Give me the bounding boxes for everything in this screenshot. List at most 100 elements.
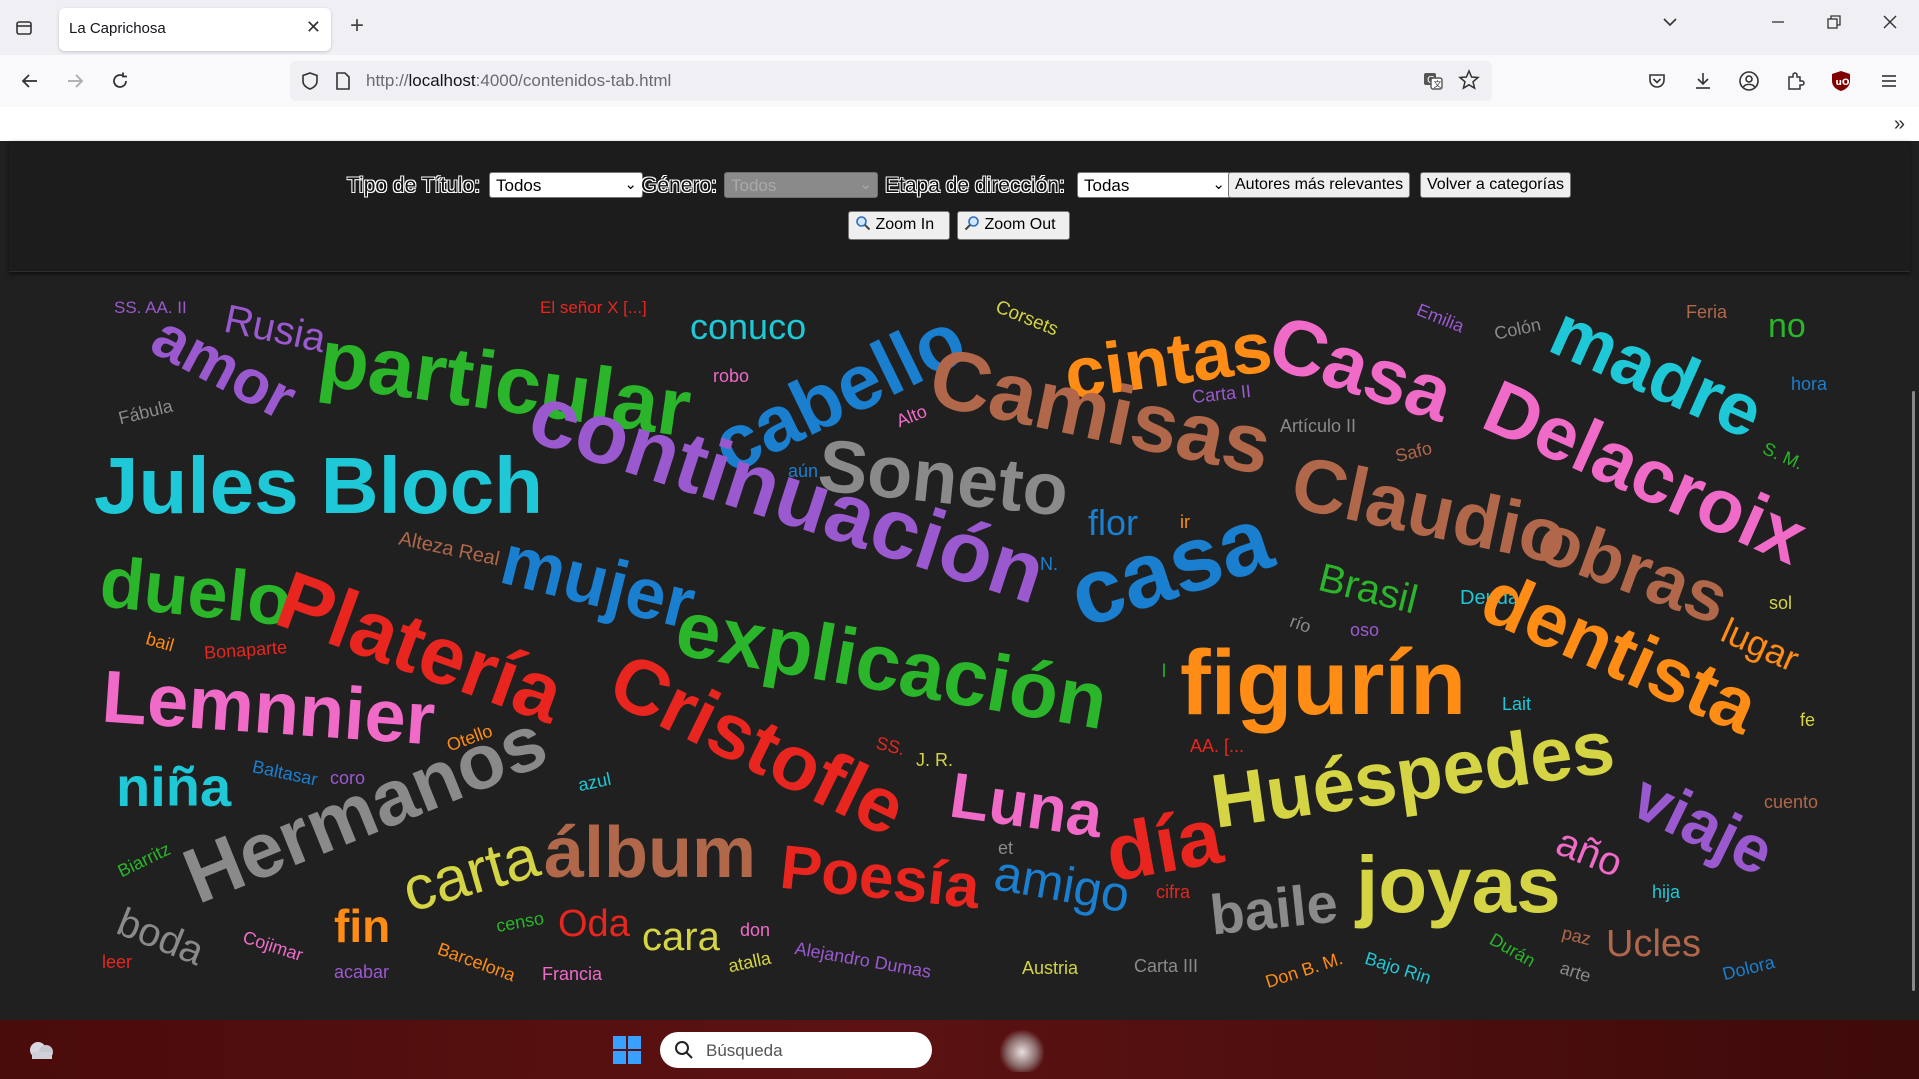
weather-cloud-icon[interactable] <box>26 1036 56 1062</box>
cloud-word[interactable]: N. <box>1040 555 1058 573</box>
cloud-word[interactable]: S. M. <box>1760 438 1807 473</box>
cloud-word[interactable]: J. R. <box>916 751 953 769</box>
cloud-word[interactable]: cifra <box>1156 883 1190 901</box>
cloud-word[interactable]: El señor X [...] <box>540 299 647 316</box>
restore-icon[interactable] <box>1826 14 1842 35</box>
taskbar-search-input[interactable]: Búsqueda <box>660 1032 932 1068</box>
volver-categorias-button[interactable]: Volver a categorías <box>1420 172 1571 198</box>
cloud-word[interactable]: año <box>1550 820 1628 886</box>
cloud-word[interactable]: Biarritz <box>114 839 173 882</box>
cloud-word[interactable]: Corsets <box>992 297 1061 341</box>
cloud-word[interactable]: fe <box>1800 711 1815 729</box>
close-tab-icon[interactable]: ✕ <box>306 17 321 38</box>
cloud-word[interactable]: Brasil <box>1314 556 1422 623</box>
cloud-word[interactable]: fin <box>334 903 390 949</box>
cloud-word[interactable]: álbum <box>544 817 756 889</box>
cloud-word[interactable]: Durán <box>1486 929 1538 971</box>
cloud-word[interactable]: l <box>1162 662 1166 680</box>
cloud-word[interactable]: Alteza Real <box>397 528 502 571</box>
cloud-word[interactable]: Lait <box>1502 695 1531 713</box>
cloud-word[interactable]: Alejandro Dumas <box>793 938 932 982</box>
forward-icon[interactable] <box>61 67 89 95</box>
downloads-icon[interactable] <box>1691 69 1715 93</box>
cloud-word[interactable]: Artículo II <box>1280 417 1356 435</box>
account-icon[interactable] <box>1737 69 1761 93</box>
zoom-out-button[interactable]: Zoom Out <box>957 211 1070 240</box>
cloud-word[interactable]: no <box>1768 309 1806 343</box>
cloud-word[interactable]: Bonaparte <box>203 637 287 663</box>
cloud-word[interactable]: hija <box>1652 883 1680 901</box>
cloud-word[interactable]: robo <box>713 367 749 385</box>
autores-relevantes-button[interactable]: Autores más relevantes <box>1228 172 1411 198</box>
new-tab-icon[interactable]: + <box>350 14 364 38</box>
cloud-word[interactable]: Poesía <box>777 833 983 923</box>
cloud-word[interactable]: don <box>740 921 770 939</box>
cloud-word[interactable]: Austria <box>1022 959 1078 977</box>
tab-overview-icon[interactable] <box>10 14 38 42</box>
cloud-word[interactable]: Fábula <box>116 396 174 429</box>
bookmark-star-icon[interactable] <box>1458 69 1480 96</box>
cloud-word[interactable]: cuento <box>1764 793 1818 811</box>
url-bar[interactable]: http://localhost:4000/contenidos-tab.htm… <box>290 61 1492 101</box>
menu-icon[interactable] <box>1877 69 1901 93</box>
cloud-word[interactable]: Cojimar <box>240 927 305 965</box>
cloud-word[interactable]: joyas <box>1356 845 1561 925</box>
cloud-word[interactable]: censo <box>495 908 546 936</box>
back-icon[interactable] <box>16 67 44 95</box>
cloud-word[interactable]: Lemnnier <box>100 654 438 760</box>
cloud-word[interactable]: Colón <box>1492 314 1542 343</box>
taskbar-app-icon[interactable] <box>1000 1028 1044 1072</box>
cloud-word[interactable]: arte <box>1558 958 1594 987</box>
cloud-word[interactable]: figurín <box>1180 637 1466 729</box>
cloud-word[interactable]: baile <box>1207 871 1341 947</box>
page-scrollbar[interactable] <box>1912 391 1915 991</box>
cloud-word[interactable]: Ucles <box>1606 925 1701 963</box>
cloud-word[interactable]: Bajo Rin <box>1363 948 1434 988</box>
cloud-word[interactable]: sol <box>1769 594 1792 612</box>
cloud-word[interactable]: Francia <box>542 965 602 983</box>
cloud-word[interactable]: leer <box>102 953 132 971</box>
list-all-tabs-icon[interactable] <box>1662 14 1678 35</box>
tracking-protection-icon[interactable] <box>300 71 320 96</box>
cloud-word[interactable]: cara <box>642 917 720 957</box>
cloud-word[interactable]: Jules Bloch <box>94 446 543 526</box>
url-text[interactable]: http://localhost:4000/contenidos-tab.htm… <box>366 71 671 91</box>
page-info-icon[interactable] <box>334 71 352 96</box>
cloud-word[interactable]: Don B. M. <box>1263 948 1345 992</box>
ublock-icon[interactable]: uO <box>1829 69 1853 93</box>
cloud-word[interactable]: duelo <box>96 542 295 642</box>
cloud-word[interactable]: viaje <box>1621 759 1785 890</box>
close-window-icon[interactable] <box>1882 14 1898 35</box>
tipo-titulo-select[interactable]: Todos ⌄ <box>489 172 643 198</box>
cloud-word[interactable]: conuco <box>690 309 806 345</box>
cloud-word[interactable]: Feria <box>1686 303 1727 321</box>
translate-icon[interactable]: G文 <box>1422 70 1444 97</box>
cloud-word[interactable]: acabar <box>334 963 389 981</box>
browser-tab-active[interactable]: La Caprichosa ✕ <box>59 8 331 51</box>
cloud-word[interactable]: Oda <box>558 905 630 943</box>
cloud-word[interactable]: atalla <box>726 948 772 977</box>
cloud-word[interactable]: Carta III <box>1134 957 1198 975</box>
zoom-in-button[interactable]: Zoom In <box>848 211 950 240</box>
extensions-icon[interactable] <box>1783 69 1807 93</box>
filter-bar: Tipo de Título: Todos ⌄ Género: Todos ⌄ … <box>9 141 1910 272</box>
cloud-word[interactable]: Emilia <box>1414 300 1467 337</box>
cloud-word[interactable]: niña <box>116 759 231 815</box>
cloud-word[interactable]: mujer <box>493 519 703 644</box>
reload-icon[interactable] <box>106 67 134 95</box>
cloud-word[interactable]: Luna <box>946 759 1107 852</box>
minimize-icon[interactable] <box>1770 14 1786 35</box>
more-tools-chevron-icon[interactable]: » <box>1894 113 1905 136</box>
cloud-word[interactable]: hora <box>1791 375 1827 393</box>
cloud-word[interactable]: Barcelona <box>435 939 518 986</box>
cloud-word[interactable]: paz <box>1560 923 1593 949</box>
etapa-direccion-select[interactable]: Todas ⌄ <box>1077 172 1231 198</box>
cloud-word[interactable]: aún <box>788 462 818 480</box>
cloud-word[interactable]: bail <box>144 629 176 656</box>
windows-start-icon[interactable] <box>612 1035 642 1065</box>
cloud-word[interactable]: azul <box>576 769 612 795</box>
cloud-word[interactable]: carta <box>395 821 547 925</box>
cloud-word[interactable]: AA. [... <box>1190 737 1244 755</box>
pocket-icon[interactable] <box>1645 69 1669 93</box>
cloud-word[interactable]: Dolora <box>1720 952 1776 984</box>
